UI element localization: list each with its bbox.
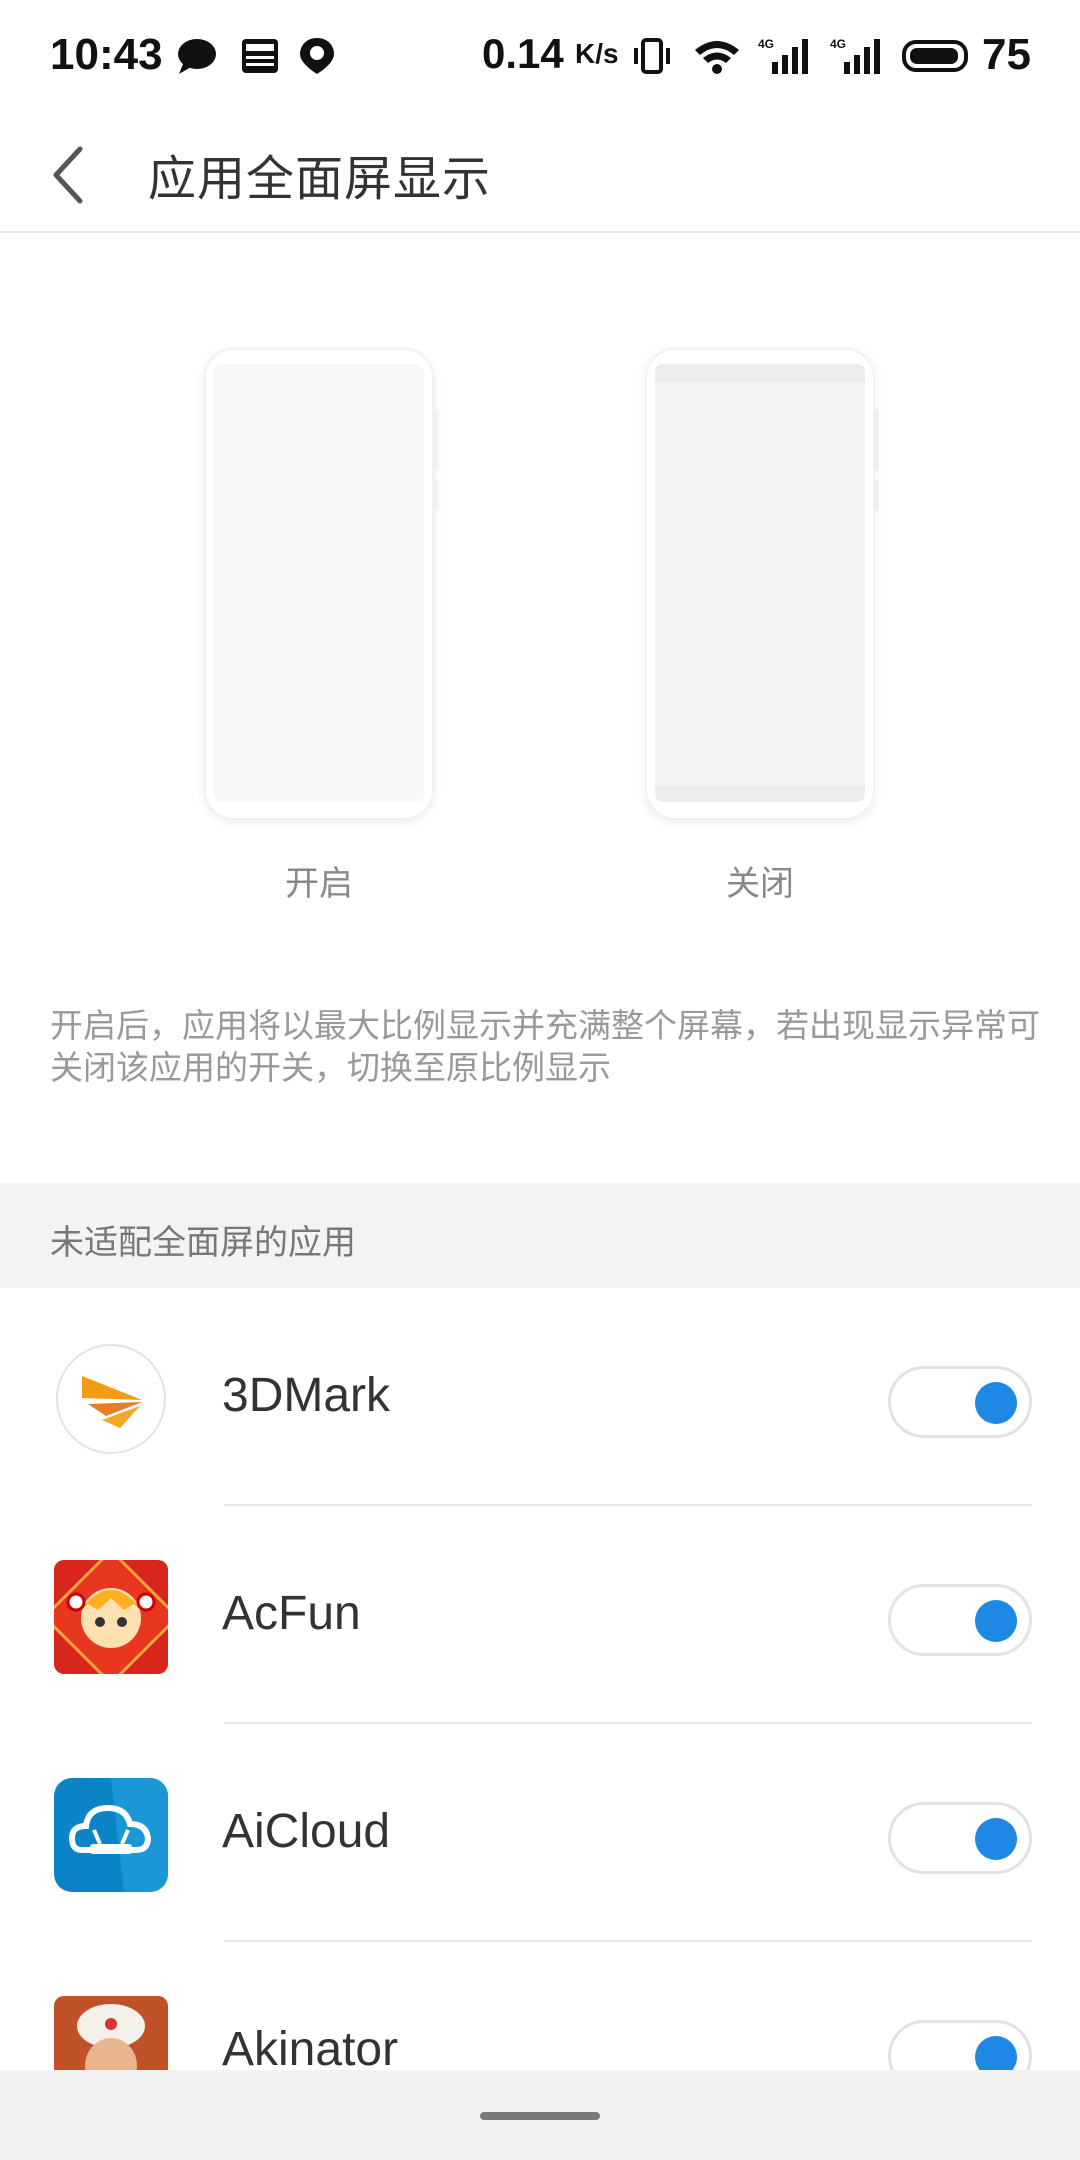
wifi-icon [695,41,739,74]
svg-text:4G: 4G [830,37,846,51]
section-title: 未适配全面屏的应用 [50,1223,356,1263]
status-bar: 10:43 0.14 K/s 4G 4G 75 [0,0,1080,115]
news-icon [242,39,278,73]
chat-icon [178,39,216,74]
acfun-icon [54,1560,168,1674]
app-name: Akinator [222,2023,399,2076]
vibrate-icon [634,38,670,74]
fullscreen-toggle-3dmark[interactable] [888,1366,1032,1438]
fullscreen-toggle-acfun[interactable] [888,1584,1032,1656]
back-button[interactable] [40,135,120,215]
network-speed: 0.14 [482,30,564,77]
aicloud-icon [54,1778,168,1892]
section-header: 未适配全面屏的应用 [0,1183,1080,1288]
app-name: 3DMark [222,1369,391,1422]
signal-icon-1: 4G [758,37,808,74]
phone-fullscreen-off-image [645,348,879,820]
signal-icon-2: 4G [830,37,880,74]
3dmark-icon [54,1342,168,1456]
battery-icon [902,40,968,72]
fullscreen-illustration: 开启 关闭 [0,234,1080,934]
page-title: 应用全面屏显示 [148,151,492,207]
fullscreen-toggle-aicloud[interactable] [888,1802,1032,1874]
app-name: AcFun [222,1587,361,1640]
network-speed-unit: K/s [575,38,619,69]
home-gesture-handle[interactable] [480,2112,600,2120]
svg-text:4G: 4G [758,37,774,51]
list-item-3dmark[interactable]: 3DMark [0,1288,1080,1506]
status-time: 10:43 [50,30,163,79]
battery-level: 75 [982,30,1031,79]
app-name: AiCloud [222,1805,391,1858]
list-item-acfun[interactable]: AcFun [0,1506,1080,1724]
fullscreen-off-label: 关闭 [726,864,794,904]
list-item-aicloud[interactable]: AiCloud [0,1724,1080,1942]
feature-description: 开启后，应用将以最大比例显示并充满整个屏幕，若出现显示异常可关闭该应用的开关，切… [50,1006,1040,1087]
phone-fullscreen-on-image [204,348,438,820]
fullscreen-on-label: 开启 [285,864,353,904]
navigation-bar [0,2070,1080,2160]
app-list: 3DMark AcFun AiCloud Akinator [0,1288,1080,2160]
du-map-icon [300,38,334,74]
app-bar: 应用全面屏显示 [0,115,1080,233]
